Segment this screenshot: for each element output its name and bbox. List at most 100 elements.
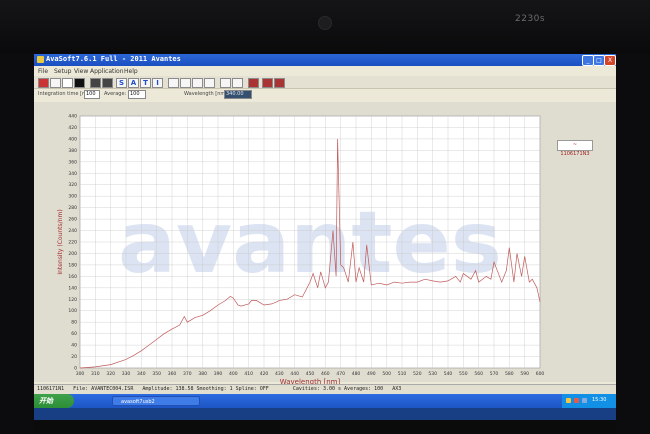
white-reference-icon[interactable]: [62, 78, 73, 88]
system-tray: 15:30: [562, 394, 616, 408]
y-tick-label: 280: [68, 205, 77, 211]
cursor-icon[interactable]: [168, 78, 179, 88]
y-tick-label: 0: [74, 366, 77, 372]
taskbar-item-avasoft[interactable]: avasoft7usb2: [112, 396, 200, 406]
x-tick-label: 580: [505, 371, 514, 377]
average-label: Average:: [104, 91, 127, 97]
clock: 15:30: [592, 397, 607, 403]
screen-bottom-edge: [34, 408, 616, 420]
menu-file[interactable]: File: [38, 68, 48, 75]
x-tick-label: 560: [474, 371, 483, 377]
stop-icon[interactable]: [50, 78, 61, 88]
legend-box[interactable]: ~ 1106171N3: [557, 140, 593, 157]
save-icon[interactable]: [90, 78, 101, 88]
x-tick-label: 510: [398, 371, 407, 377]
print-icon[interactable]: [102, 78, 113, 88]
screen: AvaSoft7.6.1 Full - 2011 Avantes _ □ X F…: [34, 54, 616, 420]
y-tick-label: 100: [68, 308, 77, 314]
y-tick-label: 160: [68, 274, 77, 280]
tool-s-button[interactable]: S: [116, 78, 127, 88]
tool-t-button[interactable]: T: [140, 78, 151, 88]
close-button[interactable]: X: [604, 55, 616, 66]
spectrum-chart[interactable]: avantes300 310 320 330 340 350 360 370 380 390 400…: [34, 104, 616, 394]
y-tick-label: 300: [68, 194, 77, 200]
x-tick-label: 380: [198, 371, 207, 377]
y-tick-label: 320: [68, 182, 77, 188]
status-text: 1106171N1 File: AVANTEC004.ISR Amplitude…: [37, 386, 402, 392]
move-icon[interactable]: [192, 78, 203, 88]
x-tick-label: 360: [168, 371, 177, 377]
x-tick-label: 350: [152, 371, 161, 377]
y-tick-label: 20: [71, 354, 77, 360]
x-tick-label: 410: [244, 371, 253, 377]
app-icon: [37, 56, 44, 63]
x-tick-label: 590: [520, 371, 529, 377]
menu-view[interactable]: View: [74, 68, 88, 75]
integration-time-input[interactable]: 100: [84, 90, 100, 99]
start-button[interactable]: 开始: [34, 394, 74, 408]
monitor-bezel-top: 2230s: [0, 0, 650, 54]
x-tick-label: 480: [352, 371, 361, 377]
x-tick-label: 470: [336, 371, 345, 377]
x-tick-label: 520: [413, 371, 422, 377]
menu-bar: File Setup View Application Help: [34, 67, 616, 76]
title-bar[interactable]: AvaSoft7.6.1 Full - 2011 Avantes _ □ X: [34, 54, 616, 66]
y-tick-label: 360: [68, 159, 77, 165]
dark-reference-icon[interactable]: [74, 78, 85, 88]
x-tick-label: 550: [459, 371, 468, 377]
x-tick-label: 340: [137, 371, 146, 377]
y-tick-label: 120: [68, 297, 77, 303]
y-axis-label: Intensity (Counts/nm): [57, 209, 64, 274]
menu-setup[interactable]: Setup: [54, 68, 71, 75]
y-tick-label: 200: [68, 251, 77, 257]
x-tick-label: 540: [444, 371, 453, 377]
tool-i-button[interactable]: I: [152, 78, 163, 88]
graph-icon[interactable]: [220, 78, 231, 88]
zoom-icon[interactable]: [204, 78, 215, 88]
webcam-icon: [318, 16, 332, 30]
record-icon[interactable]: [38, 78, 49, 88]
x-tick-label: 320: [106, 371, 115, 377]
tool-a-button[interactable]: A: [128, 78, 139, 88]
parameter-row: Integration time [ms]: 100 Average: 100 …: [34, 89, 616, 100]
x-tick-label: 600: [536, 371, 545, 377]
y-tick-label: 240: [68, 228, 77, 234]
monitor-bezel-bottom: [34, 420, 616, 434]
y-tick-label: 40: [71, 343, 77, 349]
window-title: AvaSoft7.6.1 Full - 2011 Avantes: [46, 55, 181, 63]
y-tick-label: 380: [68, 148, 77, 154]
x-tick-label: 460: [321, 371, 330, 377]
x-tick-label: 420: [260, 371, 269, 377]
status-bar: 1106171N1 File: AVANTEC004.ISR Amplitude…: [34, 384, 616, 394]
y-tick-label: 340: [68, 171, 77, 177]
chart-settings-icon[interactable]: [232, 78, 243, 88]
x-tick-label: 330: [122, 371, 131, 377]
wavelength-input[interactable]: 340.00: [224, 90, 252, 99]
monitor-bezel-right: [616, 54, 650, 434]
network-icon[interactable]: [566, 398, 571, 403]
x-tick-label: 570: [490, 371, 499, 377]
zoom-fit-icon[interactable]: [180, 78, 191, 88]
toolbar: S A T I: [34, 76, 616, 89]
x-tick-label: 530: [428, 371, 437, 377]
menu-application[interactable]: Application: [90, 68, 124, 75]
y-tick-label: 220: [68, 240, 77, 246]
security-icon[interactable]: [574, 398, 579, 403]
x-tick-label: 430: [275, 371, 284, 377]
export-icon[interactable]: [262, 78, 273, 88]
history-icon[interactable]: [248, 78, 259, 88]
app-window: AvaSoft7.6.1 Full - 2011 Avantes _ □ X F…: [34, 54, 616, 394]
volume-icon[interactable]: [582, 398, 587, 403]
x-tick-label: 370: [183, 371, 192, 377]
y-tick-label: 400: [68, 136, 77, 142]
y-tick-label: 60: [71, 331, 77, 337]
x-tick-label: 390: [214, 371, 223, 377]
average-input[interactable]: 100: [128, 90, 146, 99]
report-icon[interactable]: [274, 78, 285, 88]
y-tick-label: 140: [68, 285, 77, 291]
y-tick-label: 80: [71, 320, 77, 326]
x-tick-label: 440: [290, 371, 299, 377]
menu-help[interactable]: Help: [124, 68, 138, 75]
x-tick-label: 500: [382, 371, 391, 377]
y-tick-label: 180: [68, 262, 77, 268]
